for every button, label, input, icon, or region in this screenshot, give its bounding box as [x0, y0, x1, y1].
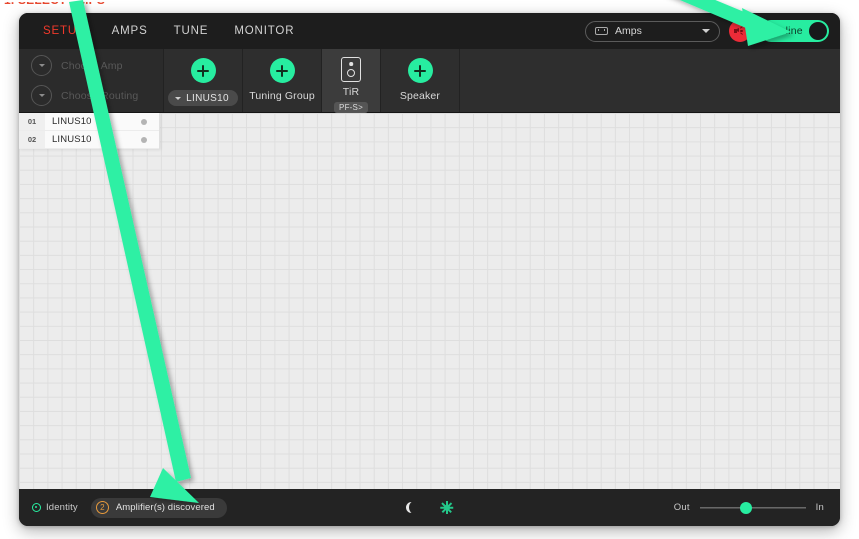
nav-item-amps[interactable]: AMPS	[99, 19, 161, 43]
chevron-down-icon	[175, 96, 182, 100]
online-toggle[interactable]: Online	[760, 20, 829, 42]
amps-dropdown[interactable]: Amps	[585, 20, 720, 42]
tir-preset-chip[interactable]: PF-S>	[334, 102, 368, 113]
add-speaker-section[interactable]: Speaker	[381, 49, 460, 112]
choose-amp-control[interactable]: Choose Amp	[31, 55, 163, 76]
amp-name: LINUS10	[52, 116, 92, 127]
choose-routing-control[interactable]: Choose Routing	[31, 85, 163, 106]
nav-item-monitor[interactable]: MONITOR	[221, 19, 307, 43]
nav-item-setup[interactable]: SETUP	[30, 19, 99, 43]
table-row[interactable]: 01 LINUS10	[19, 113, 159, 131]
tir-section[interactable]: TiR PF-S>	[322, 49, 381, 113]
toggle-knob	[809, 22, 827, 40]
main-nav: SETUP AMPS TUNE MONITOR	[19, 19, 307, 43]
add-tuning-group-section[interactable]: Tuning Group	[243, 49, 322, 112]
dropdown-circle-icon	[31, 85, 52, 106]
discovered-count: 2	[95, 501, 109, 514]
menu-bar: SETUP AMPS TUNE MONITOR Amps Online	[19, 13, 840, 49]
online-toggle-label: Online	[771, 25, 803, 37]
out-label: Out	[673, 502, 690, 513]
screenshot-root: 1. SELECT AMPS SETUP AMPS TUNE MONITOR A…	[0, 0, 859, 539]
discovered-label: Amplifier(s) discovered	[115, 502, 215, 513]
menu-bar-actions: Amps Online	[585, 13, 829, 49]
amp-status-dot	[141, 136, 147, 143]
linus10-label: LINUS10	[186, 92, 229, 104]
speaker-cabinet-icon	[341, 57, 361, 82]
tuning-group-label: Tuning Group	[249, 90, 315, 102]
in-label: In	[815, 502, 824, 513]
amplifiers-discovered-badge[interactable]: 2 Amplifier(s) discovered	[90, 497, 227, 518]
choose-routing-label: Choose Routing	[61, 89, 139, 102]
amplifier-list-panel: 01 LINUS10 02 LINUS10	[19, 113, 160, 149]
mute-button[interactable]	[729, 20, 751, 42]
chooser-section: Choose Amp Choose Routing	[19, 49, 164, 112]
annotation-caption: 1. SELECT AMPS	[4, 0, 106, 7]
plus-icon	[407, 58, 433, 83]
io-slider[interactable]	[699, 501, 806, 514]
linus10-model-pill[interactable]: LINUS10	[168, 90, 238, 106]
speaker-mute-icon	[733, 26, 747, 36]
tir-label: TiR	[342, 86, 360, 98]
identity-button[interactable]: Identity	[32, 502, 78, 513]
add-linus10-section[interactable]: LINUS10	[164, 49, 243, 112]
amp-status-dot	[141, 118, 147, 125]
identity-icon	[32, 503, 41, 512]
theme-controls	[405, 501, 454, 514]
table-row[interactable]: 02 LINUS10	[19, 131, 159, 149]
amp-index: 01	[19, 113, 45, 130]
amp-name: LINUS10	[52, 134, 92, 145]
tool-bar: Choose Amp Choose Routing LINUS10 Tuning…	[19, 49, 840, 113]
application-window: SETUP AMPS TUNE MONITOR Amps Online Choo…	[19, 13, 840, 526]
choose-amp-label: Choose Amp	[61, 59, 123, 72]
speaker-label: Speaker	[399, 90, 441, 102]
chevron-down-icon	[702, 29, 710, 33]
plus-icon	[190, 58, 216, 83]
amps-dropdown-label: Amps	[615, 25, 642, 37]
io-meter-control: Out In	[673, 501, 824, 514]
slider-thumb[interactable]	[739, 501, 752, 514]
identity-label: Identity	[46, 502, 78, 513]
design-canvas[interactable]: 01 LINUS10 02 LINUS10	[19, 113, 840, 489]
status-bar: Identity 2 Amplifier(s) discovered Out I…	[19, 489, 840, 526]
sun-icon[interactable]	[440, 501, 454, 514]
plus-icon	[269, 58, 295, 83]
amp-index: 02	[19, 131, 45, 148]
dropdown-circle-icon	[31, 55, 52, 76]
nav-item-tune[interactable]: TUNE	[161, 19, 222, 43]
toolbar-empty-space	[460, 49, 840, 112]
device-chip-icon	[595, 27, 608, 35]
moon-icon[interactable]	[405, 501, 420, 514]
slider-track	[699, 506, 806, 509]
